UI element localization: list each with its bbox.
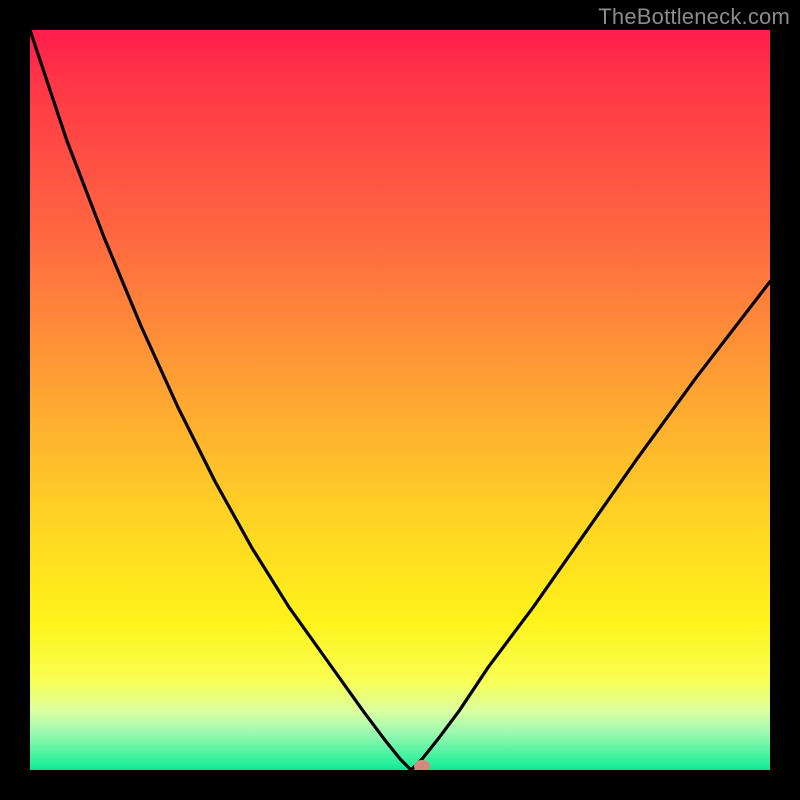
- chart-frame: TheBottleneck.com: [0, 0, 800, 800]
- curve-path: [30, 30, 770, 770]
- bottleneck-curve: [30, 30, 770, 770]
- plot-area: [30, 30, 770, 770]
- watermark-text: TheBottleneck.com: [598, 4, 790, 30]
- minimum-marker: [414, 760, 430, 770]
